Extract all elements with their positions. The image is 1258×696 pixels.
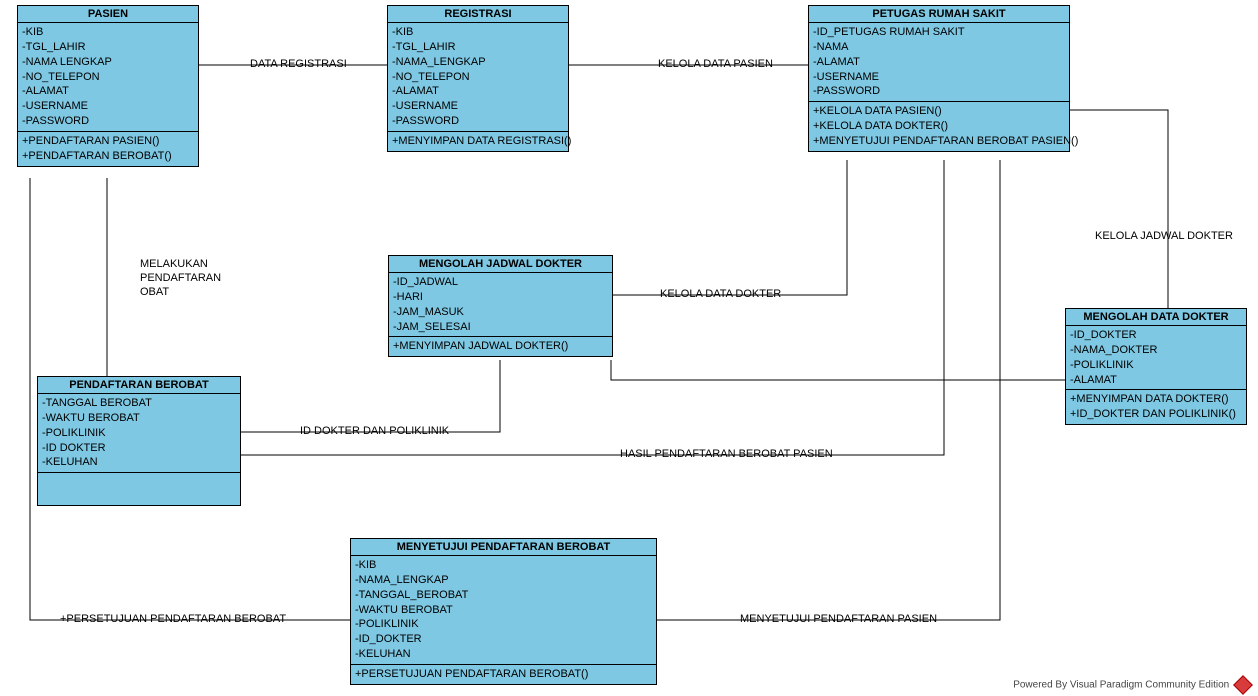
- method: +MENYETUJUI PENDAFTARAN BEROBAT PASIEN(): [813, 134, 1065, 149]
- attr: -ALAMAT: [22, 84, 194, 99]
- attr: -USERNAME: [813, 70, 1065, 85]
- attr: -WAKTU BEROBAT: [355, 603, 652, 618]
- class-attrs: -ID_JADWAL -HARI -JAM_MASUK -JAM_SELESAI: [389, 273, 612, 337]
- attr: -PASSWORD: [22, 114, 194, 129]
- class-title: MENGOLAH DATA DOKTER: [1066, 309, 1246, 326]
- attr: -NAMA: [813, 40, 1065, 55]
- class-petugas: PETUGAS RUMAH SAKIT -ID_PETUGAS RUMAH SA…: [808, 5, 1070, 152]
- attr: -POLIKLINIK: [355, 617, 652, 632]
- class-pasien: PASIEN -KIB -TGL_LAHIR -NAMA LENGKAP -NO…: [17, 5, 199, 167]
- label-melakukan-3: OBAT: [140, 286, 169, 298]
- class-title: PETUGAS RUMAH SAKIT: [809, 6, 1069, 23]
- attr: -POLIKLINIK: [42, 426, 236, 441]
- method: +MENYIMPAN JADWAL DOKTER(): [393, 339, 608, 354]
- class-attrs: -KIB -TGL_LAHIR -NAMA LENGKAP -NO_TELEPO…: [18, 23, 198, 132]
- attr: -JAM_MASUK: [393, 305, 608, 320]
- attr: -TANGGAL BEROBAT: [42, 396, 236, 411]
- label-melakukan-2: PENDAFTARAN: [140, 272, 221, 284]
- class-title: PASIEN: [18, 6, 198, 23]
- attr: -TANGGAL_BEROBAT: [355, 588, 652, 603]
- label-kelola-jadwal-dokter: KELOLA JADWAL DOKTER: [1095, 230, 1233, 242]
- label-hasil-pendaftaran: HASIL PENDAFTARAN BEROBAT PASIEN: [620, 448, 833, 460]
- class-attrs: -TANGGAL BEROBAT -WAKTU BEROBAT -POLIKLI…: [38, 394, 240, 473]
- attr: -HARI: [393, 290, 608, 305]
- label-persetujuan: +PERSETUJUAN PENDAFTARAN BEROBAT: [60, 613, 286, 625]
- attr: -PASSWORD: [813, 84, 1065, 99]
- class-attrs: -KIB -TGL_LAHIR -NAMA_LENGKAP -NO_TELEPO…: [388, 23, 568, 132]
- class-methods: +MENYIMPAN DATA REGISTRASI(): [388, 132, 568, 151]
- method: +KELOLA DATA DOKTER(): [813, 119, 1065, 134]
- class-pendaftaran: PENDAFTARAN BEROBAT -TANGGAL BEROBAT -WA…: [37, 376, 241, 506]
- class-methods: +PENDAFTARAN PASIEN() +PENDAFTARAN BEROB…: [18, 132, 198, 166]
- method: +MENYIMPAN DATA REGISTRASI(): [392, 134, 564, 149]
- method: +PENDAFTARAN PASIEN(): [22, 134, 194, 149]
- label-melakukan-1: MELAKUKAN: [140, 258, 208, 270]
- class-menyetujui: MENYETUJUI PENDAFTARAN BEROBAT -KIB -NAM…: [350, 538, 657, 685]
- attr: -ALAMAT: [392, 84, 564, 99]
- attr: -POLIKLINIK: [1070, 358, 1242, 373]
- method: +MENYIMPAN DATA DOKTER(): [1070, 392, 1242, 407]
- class-methods: [38, 473, 240, 505]
- class-methods: +PERSETUJUAN PENDAFTARAN BEROBAT(): [351, 665, 656, 684]
- class-mengolah-dokter: MENGOLAH DATA DOKTER -ID_DOKTER -NAMA_DO…: [1065, 308, 1247, 425]
- attr: -ALAMAT: [1070, 373, 1242, 388]
- attr: -NAMA_DOKTER: [1070, 343, 1242, 358]
- attr: -PASSWORD: [392, 114, 564, 129]
- attr: -JAM_SELESAI: [393, 320, 608, 335]
- class-title: MENGOLAH JADWAL DOKTER: [389, 256, 612, 273]
- class-methods: +MENYIMPAN JADWAL DOKTER(): [389, 337, 612, 356]
- attr: -KIB: [392, 25, 564, 40]
- attr: -NO_TELEPON: [22, 70, 194, 85]
- method: +PENDAFTARAN BEROBAT(): [22, 149, 194, 164]
- label-kelola-data-pasien: KELOLA DATA PASIEN: [658, 58, 773, 70]
- footer-text: Powered By Visual Paradigm Community Edi…: [1013, 680, 1229, 691]
- attr: -NAMA_LENGKAP: [355, 573, 652, 588]
- attr: -USERNAME: [22, 99, 194, 114]
- attr: -ID_DOKTER: [355, 632, 652, 647]
- class-title: PENDAFTARAN BEROBAT: [38, 377, 240, 394]
- attr: -ID_DOKTER: [1070, 328, 1242, 343]
- attr: -ID DOKTER: [42, 441, 236, 456]
- attr: -NAMA_LENGKAP: [392, 55, 564, 70]
- attr: -NO_TELEPON: [392, 70, 564, 85]
- label-menyetujui-pasien: MENYETUJUI PENDAFTARAN PASIEN: [740, 613, 937, 625]
- label-kelola-data-dokter: KELOLA DATA DOKTER: [660, 288, 781, 300]
- footer-credit: Powered By Visual Paradigm Community Edi…: [1013, 678, 1250, 692]
- class-jadwal: MENGOLAH JADWAL DOKTER -ID_JADWAL -HARI …: [388, 255, 613, 357]
- label-data-registrasi: DATA REGISTRASI: [250, 58, 347, 70]
- label-id-dokter-poliklinik: ID DOKTER DAN POLIKLINIK: [300, 425, 449, 437]
- class-registrasi: REGISTRASI -KIB -TGL_LAHIR -NAMA_LENGKAP…: [387, 5, 569, 152]
- attr: -KELUHAN: [355, 647, 652, 662]
- attr: -WAKTU BEROBAT: [42, 411, 236, 426]
- method: +KELOLA DATA PASIEN(): [813, 104, 1065, 119]
- attr: -ID_PETUGAS RUMAH SAKIT: [813, 25, 1065, 40]
- class-attrs: -ID_DOKTER -NAMA_DOKTER -POLIKLINIK -ALA…: [1066, 326, 1246, 390]
- class-attrs: -KIB -NAMA_LENGKAP -TANGGAL_BEROBAT -WAK…: [351, 556, 656, 665]
- class-methods: +KELOLA DATA PASIEN() +KELOLA DATA DOKTE…: [809, 102, 1069, 151]
- attr: -NAMA LENGKAP: [22, 55, 194, 70]
- attr: -TGL_LAHIR: [22, 40, 194, 55]
- vp-logo-icon: [1233, 675, 1253, 695]
- class-methods: +MENYIMPAN DATA DOKTER() +ID_DOKTER DAN …: [1066, 390, 1246, 424]
- attr: -USERNAME: [392, 99, 564, 114]
- attr: -KELUHAN: [42, 455, 236, 470]
- attr: -KIB: [22, 25, 194, 40]
- attr: -TGL_LAHIR: [392, 40, 564, 55]
- attr: -ID_JADWAL: [393, 275, 608, 290]
- method: +ID_DOKTER DAN POLIKLINIK(): [1070, 407, 1242, 422]
- class-title: MENYETUJUI PENDAFTARAN BEROBAT: [351, 539, 656, 556]
- method: +PERSETUJUAN PENDAFTARAN BEROBAT(): [355, 667, 652, 682]
- attr: -KIB: [355, 558, 652, 573]
- class-title: REGISTRASI: [388, 6, 568, 23]
- class-attrs: -ID_PETUGAS RUMAH SAKIT -NAMA -ALAMAT -U…: [809, 23, 1069, 102]
- attr: -ALAMAT: [813, 55, 1065, 70]
